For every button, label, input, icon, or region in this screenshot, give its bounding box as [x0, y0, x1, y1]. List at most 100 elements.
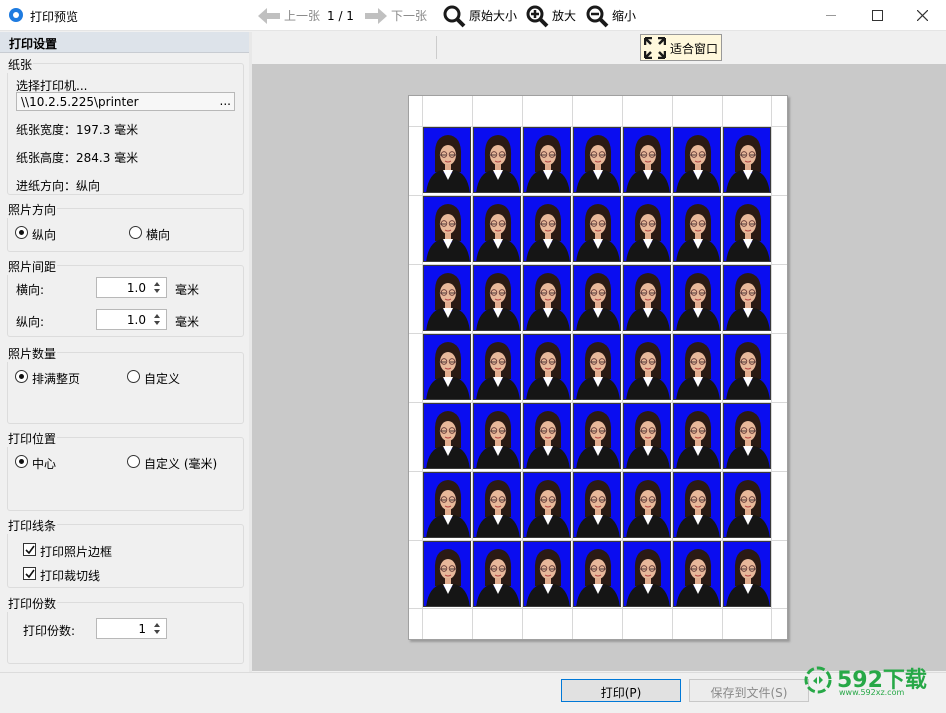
prev-page-button[interactable]: 上一张 [258, 5, 320, 26]
zoom-in-button[interactable]: 放大 [525, 5, 577, 27]
printer-field[interactable]: \\10.2.5.225\printer ... [16, 92, 235, 111]
paper-page [408, 95, 788, 640]
id-photo [423, 541, 471, 607]
copies-group-title: 打印份数 [7, 595, 58, 612]
vertical-spacing-value: 1.0 [126, 313, 146, 327]
maximize-button[interactable] [854, 0, 900, 31]
id-photo [473, 541, 521, 607]
printer-path: \\10.2.5.225\printer [21, 95, 139, 109]
paper-feed-direction: 进纸方向：纵向 [16, 179, 101, 193]
portrait-radio[interactable] [15, 226, 28, 239]
browse-printer-button[interactable]: ... [220, 94, 231, 108]
id-photo [623, 334, 671, 400]
id-photo [473, 403, 521, 469]
id-photo [723, 196, 771, 262]
arrow-right-icon [365, 7, 387, 24]
horizontal-spacing-label: 横向: [16, 283, 45, 297]
photo-border-checkbox[interactable] [23, 543, 36, 556]
id-photo [723, 127, 771, 193]
id-photo [523, 541, 571, 607]
watermark-url: www.592xz.com [839, 688, 905, 697]
stepper-arrows-icon[interactable] [154, 311, 163, 328]
id-photo [673, 127, 721, 193]
cut-lines-checkbox[interactable] [23, 567, 36, 580]
id-photo [423, 196, 471, 262]
id-photo [423, 403, 471, 469]
zoom-in-icon [526, 5, 549, 27]
custom-position-radio[interactable] [127, 455, 140, 468]
id-photo [523, 196, 571, 262]
id-photo [473, 265, 521, 331]
close-button[interactable] [900, 0, 946, 31]
watermark: 592下载 www.592xz.com [803, 660, 943, 710]
id-photo [423, 334, 471, 400]
next-page-label: 下一张 [391, 9, 428, 23]
arrow-left-icon [258, 7, 280, 24]
custom-count-radio[interactable] [127, 370, 140, 383]
paper-width: 纸张宽度：197.3 毫米 [16, 123, 139, 137]
original-size-button[interactable]: 原始大小 [442, 5, 518, 27]
cut-line [771, 96, 772, 639]
toolbar-separator [436, 36, 437, 59]
settings-header: 打印设置 [0, 32, 249, 53]
horizontal-spacing-stepper[interactable]: 1.0 [96, 277, 167, 298]
id-photo [573, 334, 621, 400]
cut-line [409, 608, 787, 609]
horizontal-spacing-value: 1.0 [126, 281, 146, 295]
id-photo [723, 472, 771, 538]
id-photo [423, 265, 471, 331]
id-photo [623, 541, 671, 607]
app-icon [9, 8, 23, 22]
fill-page-label: 排满整页 [32, 372, 81, 386]
zoom-in-label: 放大 [552, 9, 577, 23]
id-photo [523, 265, 571, 331]
vertical-spacing-stepper[interactable]: 1.0 [96, 309, 167, 330]
stepper-arrows-icon[interactable] [154, 279, 163, 296]
fit-window-icon [644, 37, 666, 59]
center-label: 中心 [32, 457, 57, 471]
id-photo [723, 403, 771, 469]
minimize-button[interactable] [808, 0, 854, 31]
zoom-out-button[interactable]: 缩小 [585, 5, 636, 27]
id-photo [623, 127, 671, 193]
id-photo [673, 265, 721, 331]
stepper-arrows-icon[interactable] [154, 620, 163, 637]
id-photo [573, 541, 621, 607]
id-photo [523, 403, 571, 469]
copies-stepper[interactable]: 1 [96, 618, 167, 639]
portrait-label: 纵向 [32, 228, 57, 242]
id-photo [623, 472, 671, 538]
id-photo [573, 472, 621, 538]
original-size-label: 原始大小 [469, 9, 518, 23]
cut-lines-label: 打印裁切线 [40, 569, 101, 583]
id-photo [423, 472, 471, 538]
id-photo [473, 127, 521, 193]
preview-toolbar [252, 32, 946, 62]
next-page-button[interactable]: 下一张 [365, 5, 427, 26]
fit-window-button[interactable]: 适合窗口 [640, 34, 722, 61]
checkmark-icon [25, 545, 35, 555]
checkmark-icon [25, 569, 35, 579]
horizontal-spacing-unit: 毫米 [175, 283, 200, 297]
id-photo [623, 196, 671, 262]
window-title: 打印预览 [30, 10, 79, 24]
prev-page-label: 上一张 [284, 9, 321, 23]
save-to-file-button[interactable]: 保存到文件(S) [689, 679, 809, 702]
id-photo [623, 265, 671, 331]
landscape-radio[interactable] [129, 226, 142, 239]
print-button[interactable]: 打印(P) [561, 679, 681, 702]
page-indicator: 1 / 1 [327, 8, 354, 23]
id-photo [573, 403, 621, 469]
custom-count-label: 自定义 [144, 372, 181, 386]
id-photo [723, 265, 771, 331]
lines-group-title: 打印线条 [7, 517, 58, 534]
id-photo [673, 196, 721, 262]
copies-value: 1 [138, 622, 146, 636]
fill-page-radio[interactable] [15, 370, 28, 383]
spacing-group-title: 照片间距 [7, 258, 58, 275]
center-radio[interactable] [15, 455, 28, 468]
id-photo [673, 403, 721, 469]
id-photo [523, 472, 571, 538]
position-group-title: 打印位置 [7, 430, 58, 447]
id-photo [473, 472, 521, 538]
